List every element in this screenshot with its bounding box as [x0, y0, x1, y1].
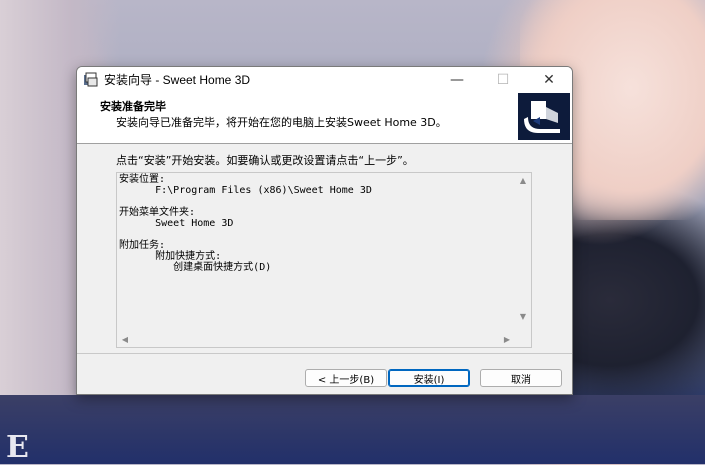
page-title: 安装准备完毕 [100, 100, 166, 113]
memo-line: 安装位置: [119, 174, 166, 185]
footer-divider [77, 353, 572, 354]
vertical-scrollbar[interactable]: ▲ ▼ [515, 173, 531, 333]
instruction-text: 点击“安装”开始安装。如要确认或更改设置请点击“上一步”。 [116, 154, 414, 167]
scroll-down-icon[interactable]: ▼ [515, 312, 531, 321]
cancel-button[interactable]: 取消 [480, 369, 562, 387]
install-button[interactable]: 安装(I) [388, 369, 470, 387]
wizard-header: 安装准备完毕 安装向导已准备完毕，将开始在您的电脑上安装Sweet Home 3… [77, 92, 572, 144]
memo-text: 安装位置: F:\Program Files (x86)\Sweet Home … [119, 174, 514, 329]
scroll-right-icon[interactable]: ▶ [499, 335, 515, 344]
memo-line: 附加任务: [119, 240, 166, 251]
title-bar[interactable]: 安装向导 - Sweet Home 3D — ☐ ✕ [77, 67, 572, 92]
memo-line: 开始菜单文件夹: [119, 207, 196, 218]
installer-window: 安装向导 - Sweet Home 3D — ☐ ✕ 安装准备完毕 安装向导已准… [76, 66, 573, 395]
window-title: 安装向导 - Sweet Home 3D [104, 73, 251, 87]
wizard-body: 点击“安装”开始安装。如要确认或更改设置请点击“上一步”。 安装位置: F:\P… [77, 144, 572, 354]
sweet-home-3d-logo [518, 93, 570, 140]
page-subtitle: 安装向导已准备完毕，将开始在您的电脑上安装Sweet Home 3D。 [116, 116, 447, 129]
background-outfit [0, 395, 705, 464]
installer-icon [84, 72, 98, 87]
memo-line: 创建桌面快捷方式(D) [119, 262, 272, 273]
ready-memo[interactable]: 安装位置: F:\Program Files (x86)\Sweet Home … [116, 172, 532, 348]
close-button[interactable]: ✕ [526, 67, 572, 92]
background-letter: E [6, 430, 29, 465]
memo-line: F:\Program Files (x86)\Sweet Home 3D [119, 185, 372, 196]
memo-line: 附加快捷方式: [119, 251, 222, 262]
minimize-button[interactable]: — [434, 67, 480, 92]
scroll-up-icon[interactable]: ▲ [515, 176, 531, 185]
back-button[interactable]: < 上一步(B) [305, 369, 387, 387]
scroll-left-icon[interactable]: ◀ [117, 335, 133, 344]
memo-line: Sweet Home 3D [119, 218, 234, 229]
horizontal-scrollbar[interactable]: ◀ ▶ [117, 332, 515, 347]
maximize-button[interactable]: ☐ [480, 67, 526, 92]
